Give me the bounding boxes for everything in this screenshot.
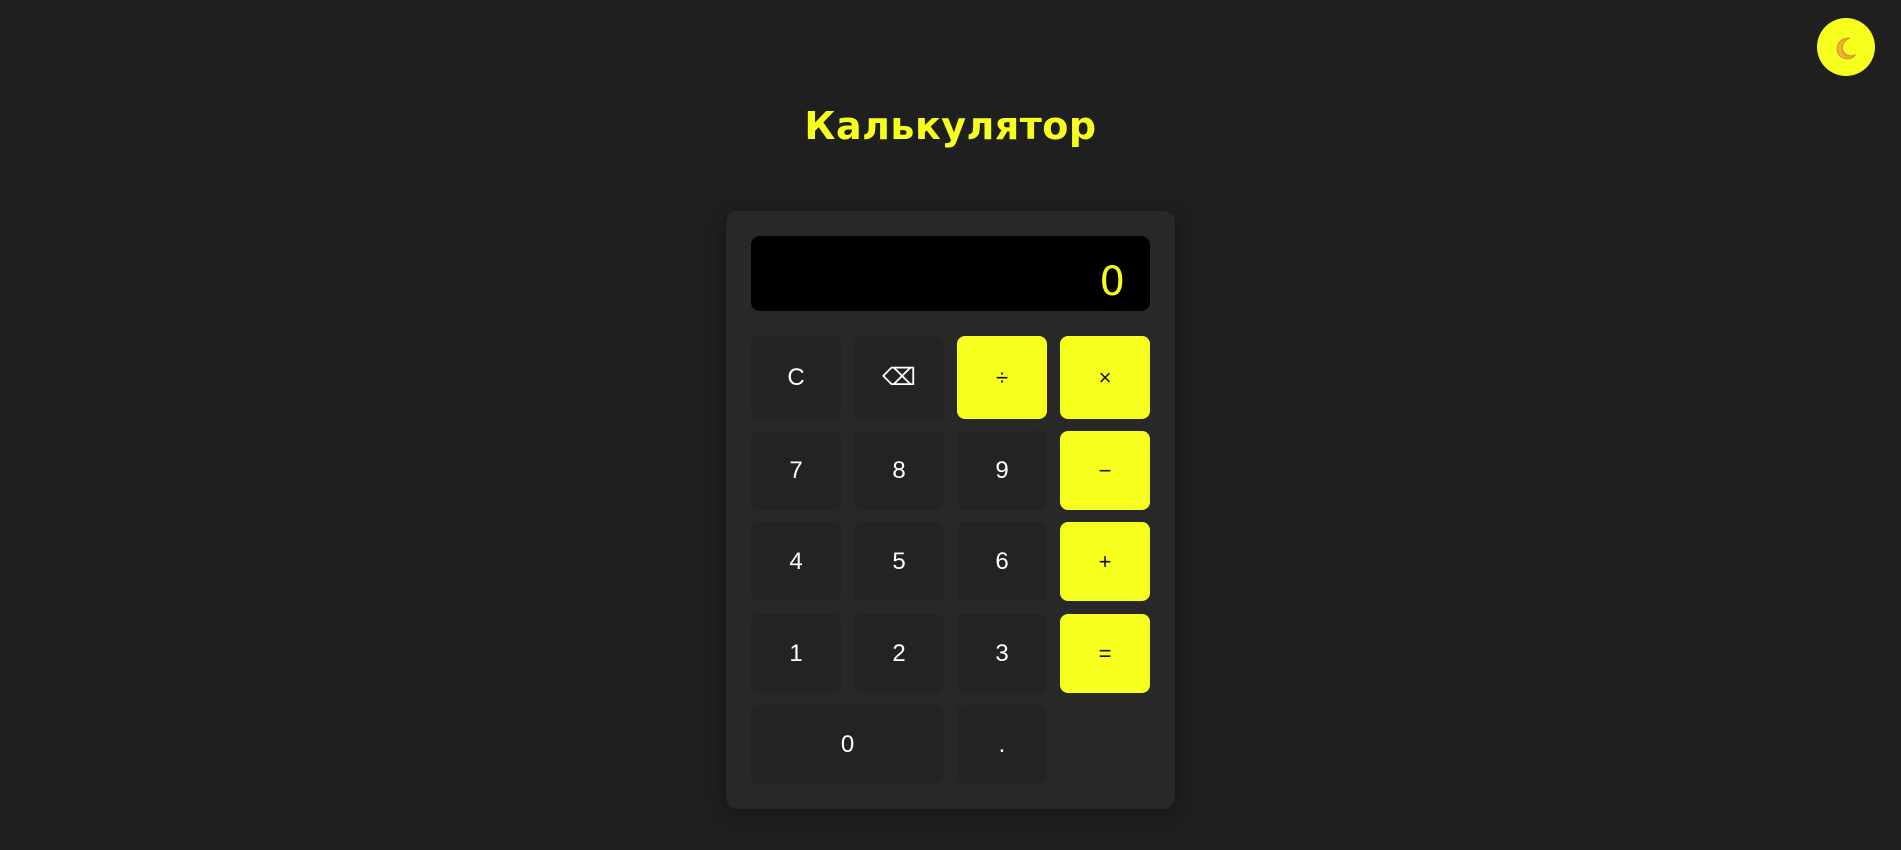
theme-toggle-button[interactable] [1817, 18, 1875, 76]
display: 0 [751, 236, 1150, 311]
digit-0-button[interactable]: 0 [751, 705, 944, 784]
digit-1-button[interactable]: 1 [751, 614, 841, 693]
clear-button[interactable]: C [751, 336, 841, 419]
digit-4-button[interactable]: 4 [751, 522, 841, 601]
divide-button[interactable]: ÷ [957, 336, 1047, 419]
plus-button[interactable]: + [1060, 522, 1150, 601]
equals-button[interactable]: = [1060, 614, 1150, 693]
digit-7-button[interactable]: 7 [751, 431, 841, 510]
digit-3-button[interactable]: 3 [957, 614, 1047, 693]
digit-9-button[interactable]: 9 [957, 431, 1047, 510]
multiply-button[interactable]: × [1060, 336, 1150, 419]
digit-8-button[interactable]: 8 [854, 431, 944, 510]
digit-5-button[interactable]: 5 [854, 522, 944, 601]
calculator: 0 C ⌫ ÷ × 7 8 9 − 4 5 6 + 1 2 3 = 0 . [726, 211, 1175, 809]
digit-6-button[interactable]: 6 [957, 522, 1047, 601]
page-title: Калькулятор [804, 104, 1097, 148]
digit-2-button[interactable]: 2 [854, 614, 944, 693]
backspace-button[interactable]: ⌫ [854, 336, 944, 419]
decimal-button[interactable]: . [957, 705, 1047, 784]
minus-button[interactable]: − [1060, 431, 1150, 510]
display-value: 0 [1099, 259, 1125, 305]
moon-icon [1836, 37, 1857, 60]
page: Калькулятор 0 C ⌫ ÷ × 7 8 9 − 4 5 6 + 1 … [0, 0, 1901, 850]
